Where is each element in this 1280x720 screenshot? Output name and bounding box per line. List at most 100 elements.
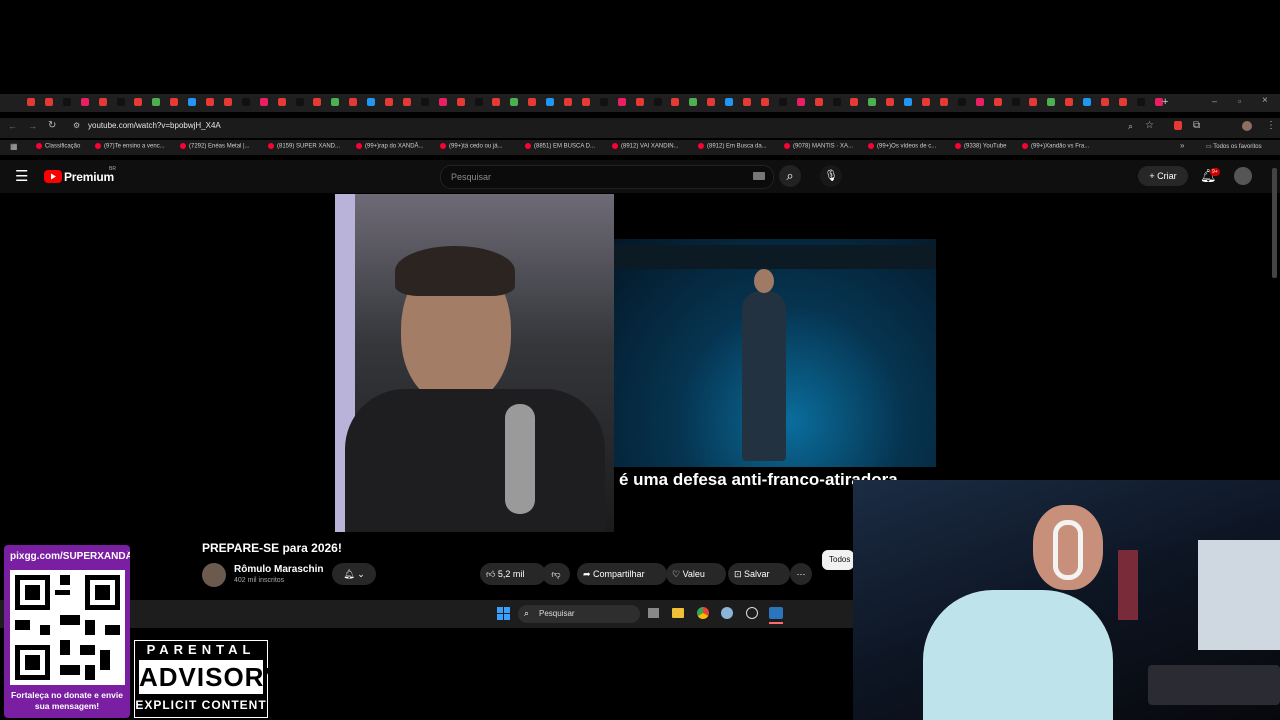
video-player[interactable]: é uma defesa anti-franco-atiradora <box>335 194 936 532</box>
extension-icon[interactable] <box>1174 121 1182 130</box>
apps-grid-icon[interactable]: ▦ <box>10 142 18 151</box>
site-info-icon[interactable]: ⚙ <box>73 121 80 130</box>
page-scrollbar[interactable] <box>1272 168 1277 278</box>
logo-text[interactable]: Premium <box>64 170 114 184</box>
obs-icon[interactable] <box>746 607 758 619</box>
browser-tab-favicon[interactable] <box>456 98 465 106</box>
bookmark-item[interactable]: (8912) VAI XANDIN... <box>612 143 679 150</box>
browser-tab-favicon[interactable] <box>581 98 590 106</box>
browser-tab-favicon[interactable] <box>1101 98 1109 106</box>
save-button[interactable]: ⊡ Salvar <box>728 563 790 585</box>
bookmark-item[interactable]: (8851) EM BUSCA D... <box>525 143 595 150</box>
browser-tab-favicon[interactable] <box>349 98 358 106</box>
bookmark-item[interactable]: (99+)Xandão vs Fra... <box>1022 143 1089 150</box>
youtube-logo-icon[interactable] <box>44 170 62 183</box>
browser-tab-favicon[interactable] <box>689 98 698 106</box>
more-bookmarks-icon[interactable]: » <box>1180 141 1184 150</box>
browser-tab-favicon[interactable] <box>295 98 304 106</box>
bookmark-item[interactable]: (9078) MANTIS · XA... <box>784 143 853 150</box>
browser-tab-favicon[interactable] <box>939 98 948 106</box>
browser-tab-favicon[interactable] <box>402 98 411 106</box>
browser-tab-favicon[interactable] <box>98 98 107 106</box>
browser-tab-favicon[interactable] <box>134 98 143 106</box>
browser-tab-favicon[interactable] <box>331 98 340 106</box>
bookmark-item[interactable]: (99+)rap do XANDÃ... <box>356 143 424 150</box>
bookmark-item[interactable]: Classificação <box>36 143 80 150</box>
bookmark-item[interactable]: (99+)tá cedo ou já... <box>440 143 503 150</box>
browser-tab-favicon[interactable] <box>760 98 769 106</box>
browser-tab-favicon[interactable] <box>80 98 89 106</box>
reload-icon[interactable]: ↻ <box>48 120 56 131</box>
browser-tab-favicon[interactable] <box>564 98 572 106</box>
browser-tab-favicon[interactable] <box>223 98 232 106</box>
browser-tab-favicon[interactable] <box>27 98 35 106</box>
share-button[interactable]: ➦ Compartilhar <box>577 563 667 585</box>
browser-tab-favicon[interactable] <box>886 98 895 106</box>
browser-tab-favicon[interactable] <box>528 98 537 106</box>
bookmark-item[interactable]: (97)Te ensino a venc... <box>95 143 165 150</box>
browser-tab-favicon[interactable] <box>814 98 823 106</box>
browser-tab-favicon[interactable] <box>599 98 608 106</box>
browser-tab-favicon[interactable] <box>474 98 483 106</box>
browser-tab-favicon[interactable] <box>993 98 1002 106</box>
browser-tab-favicon[interactable] <box>420 98 429 106</box>
browser-tab-favicon[interactable] <box>385 98 393 106</box>
browser-tab-favicon[interactable] <box>653 98 662 106</box>
create-button[interactable]: + Criar <box>1138 166 1188 186</box>
account-avatar[interactable] <box>1234 167 1252 185</box>
minimize-icon[interactable]: – <box>1212 96 1217 106</box>
zoom-icon[interactable]: ⌕ <box>1128 121 1133 132</box>
more-actions-button[interactable]: ⋯ <box>790 563 812 585</box>
dislike-button[interactable]: 👎︎ <box>542 563 570 585</box>
browser-tab-favicon[interactable] <box>671 98 680 106</box>
hamburger-menu-icon[interactable]: ☰ <box>15 167 28 185</box>
browser-tab-favicon[interactable] <box>635 98 644 106</box>
browser-tab-favicon[interactable] <box>259 98 268 106</box>
browser-tab-favicon[interactable] <box>62 98 71 106</box>
browser-tab-favicon[interactable] <box>1011 98 1020 106</box>
channel-avatar[interactable] <box>202 563 226 587</box>
settings-gear-icon[interactable] <box>721 607 733 619</box>
browser-tab-favicon[interactable] <box>188 98 197 106</box>
browser-tab-favicon[interactable] <box>1083 98 1092 106</box>
task-view-icon[interactable] <box>648 608 659 618</box>
bookmark-item[interactable]: (99+)Os vídeos de c... <box>868 143 936 150</box>
browser-tab-favicon[interactable] <box>116 98 125 106</box>
search-icon[interactable]: ⌕ <box>779 165 801 187</box>
browser-tab-favicon[interactable] <box>922 98 930 106</box>
browser-tab-favicon[interactable] <box>206 98 214 106</box>
search-input[interactable]: Pesquisar <box>440 165 774 189</box>
browser-tab-favicon[interactable] <box>1065 98 1074 106</box>
taskbar-search[interactable]: ⌕ Pesquisar <box>518 605 640 623</box>
thanks-button[interactable]: ♡ Valeu <box>666 563 726 585</box>
url-field[interactable]: youtube.com/watch?v=bpobwjH_X4A <box>88 121 221 130</box>
like-button[interactable]: 👍︎ 5,2 mil <box>480 563 546 585</box>
chrome-icon[interactable] <box>697 607 709 619</box>
filter-chip-all[interactable]: Todos <box>822 550 854 570</box>
bookmark-item[interactable]: (7292) Enéas Metal |... <box>180 143 250 150</box>
browser-tab-favicon[interactable] <box>367 98 376 106</box>
browser-tab-favicon[interactable] <box>832 98 841 106</box>
windows-start-icon[interactable] <box>497 607 510 620</box>
browser-tab-favicon[interactable] <box>241 98 250 106</box>
browser-tab-favicon[interactable] <box>975 98 984 106</box>
browser-menu-icon[interactable]: ⋮ <box>1266 120 1276 131</box>
browser-tab-favicon[interactable] <box>546 98 555 106</box>
bookmark-item[interactable]: (9338) YouTube <box>955 143 1006 150</box>
subscription-bell-button[interactable]: 🔔︎ ⌄ <box>332 563 376 585</box>
browser-tab-favicon[interactable] <box>904 98 913 106</box>
browser-tab-favicon[interactable] <box>510 98 519 106</box>
browser-tab-favicon[interactable] <box>1118 98 1127 106</box>
browser-tab-favicon[interactable] <box>313 98 322 106</box>
browser-tab-favicon[interactable] <box>277 98 286 106</box>
channel-name[interactable]: Rômulo Maraschin <box>234 564 323 575</box>
profile-avatar-icon[interactable] <box>1242 121 1252 131</box>
bookmark-item[interactable]: (8912) Em Busca da... <box>698 143 767 150</box>
file-explorer-icon[interactable] <box>672 608 684 618</box>
steam-icon[interactable] <box>769 607 783 619</box>
back-icon[interactable]: ← <box>8 121 17 131</box>
browser-tab-favicon[interactable] <box>707 98 716 106</box>
browser-tab-favicon[interactable] <box>1029 98 1038 106</box>
browser-tab-favicon[interactable] <box>725 98 734 106</box>
microphone-icon[interactable]: 🎙 <box>820 165 842 187</box>
